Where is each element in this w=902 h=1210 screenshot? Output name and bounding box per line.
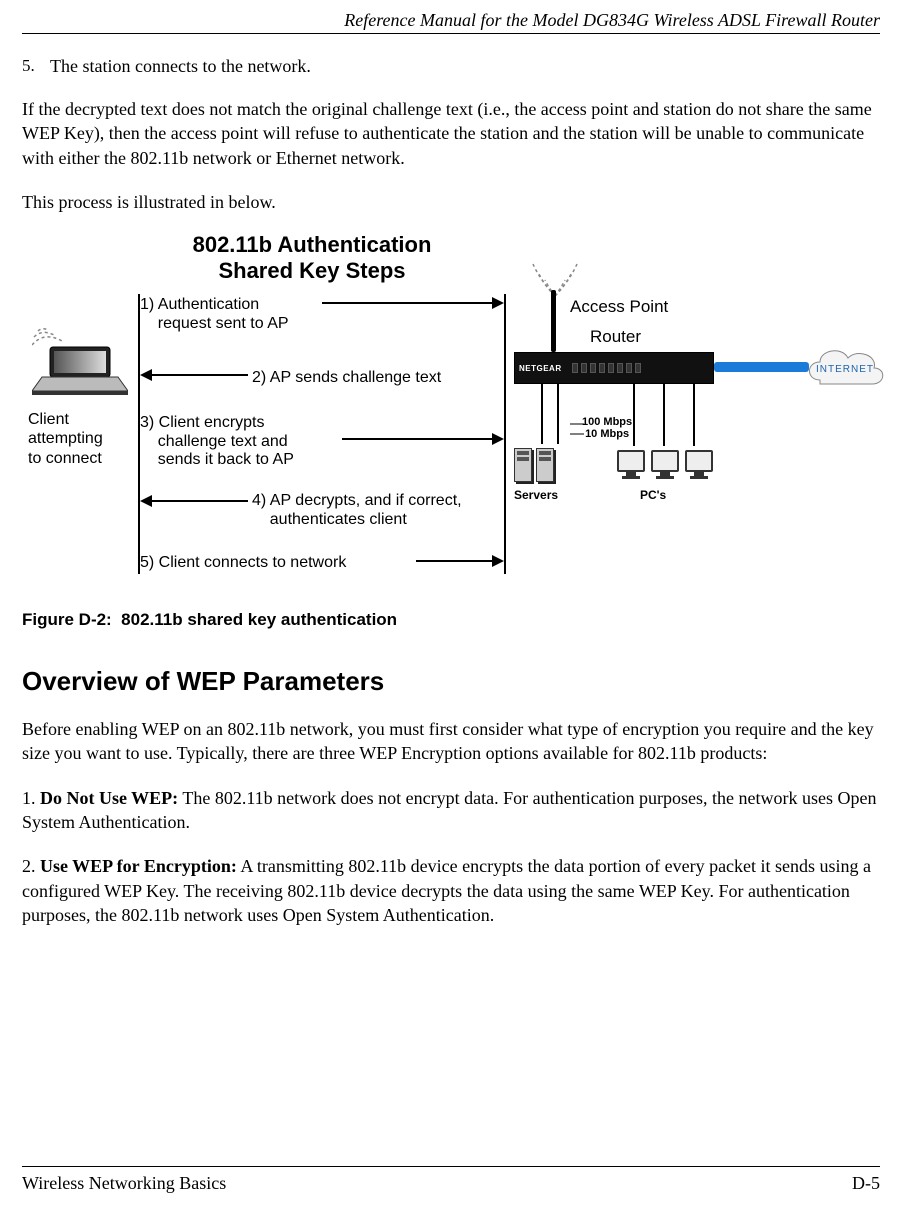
port-icon	[626, 363, 632, 373]
arrow-right-icon	[322, 302, 502, 304]
option-title: Do Not Use WEP:	[40, 788, 178, 808]
figure-d2: 802.11b Authentication Shared Key Steps …	[22, 232, 880, 602]
figure-step-2: 2) AP sends challenge text	[252, 369, 512, 387]
list-number: 5.	[22, 56, 50, 77]
pcs-label: PC's	[640, 488, 666, 502]
paragraph: 1. Do Not Use WEP: The 802.11b network d…	[22, 786, 880, 835]
figure-title-line: Shared Key Steps	[162, 258, 462, 284]
port-icon	[590, 363, 596, 373]
server-icon	[514, 448, 532, 482]
port-icon	[581, 363, 587, 373]
option-title: Use WEP for Encryption:	[40, 856, 237, 876]
paragraph: If the decrypted text does not match the…	[22, 97, 880, 170]
arrow-right-icon	[342, 438, 502, 440]
port-icon	[617, 363, 623, 373]
servers-label: Servers	[514, 488, 558, 502]
figure-title-line: 802.11b Authentication	[162, 232, 462, 258]
antenna-icon	[551, 290, 556, 352]
server-icon	[536, 448, 554, 482]
header-title: Reference Manual for the Model DG834G Wi…	[344, 10, 880, 30]
step-line: sends it back to AP	[140, 451, 360, 469]
arrow-left-icon	[142, 500, 248, 502]
internet-label: INTERNET	[816, 364, 874, 375]
port-icon	[635, 363, 641, 373]
arrow-right-icon	[416, 560, 502, 562]
page-footer: Wireless Networking Basics D-5	[22, 1166, 880, 1194]
ordered-list-item: 5. The station connects to the network.	[22, 56, 880, 77]
port-icon	[608, 363, 614, 373]
port-icon	[599, 363, 605, 373]
figure-step-5: 5) Client connects to network	[140, 554, 420, 572]
label-line: to connect	[28, 449, 138, 468]
option-prefix: 2.	[22, 856, 40, 876]
figure-step-3: 3) Client encrypts challenge text and se…	[140, 414, 360, 469]
internet-cloud-icon: INTERNET	[802, 340, 888, 401]
pc-icon	[617, 450, 645, 479]
step-line: 4) AP decrypts, and if correct,	[252, 492, 512, 510]
router-icon: NETGEAR	[514, 352, 714, 384]
step-line: 1) Authentication	[140, 296, 340, 314]
pcs-icon	[617, 450, 713, 479]
ethernet-cable-icon	[714, 362, 809, 372]
figure-step-1: 1) Authentication request sent to AP	[140, 296, 340, 333]
paragraph: 2. Use WEP for Encryption: A transmittin…	[22, 854, 880, 927]
laptop-icon	[32, 327, 128, 402]
access-point-label: Access Point	[570, 297, 668, 317]
label-line: Client	[28, 410, 138, 429]
speed-line: 100 Mbps	[582, 417, 632, 429]
step-line: request sent to AP	[140, 315, 340, 333]
figure-title: 802.11b Authentication Shared Key Steps	[162, 232, 462, 284]
page-header: Reference Manual for the Model DG834G Wi…	[22, 0, 880, 34]
paragraph: Before enabling WEP on an 802.11b networ…	[22, 717, 880, 766]
paragraph: This process is illustrated in below.	[22, 190, 880, 214]
client-label: Client attempting to connect	[28, 410, 138, 468]
timeline-line-ap	[504, 294, 506, 574]
step-line: authenticates client	[252, 511, 512, 529]
speed-label: 100 Mbps 10 Mbps	[582, 417, 632, 440]
step-line: 3) Client encrypts	[140, 414, 360, 432]
arrow-left-icon	[142, 374, 248, 376]
router-ports	[572, 363, 641, 373]
port-icon	[572, 363, 578, 373]
step-line: challenge text and	[140, 433, 360, 451]
figure-step-4: 4) AP decrypts, and if correct, authenti…	[252, 492, 512, 529]
servers-icon	[514, 448, 554, 482]
router-label: Router	[590, 327, 641, 347]
pc-icon	[651, 450, 679, 479]
list-text: The station connects to the network.	[50, 56, 880, 77]
label-line: attempting	[28, 429, 138, 448]
figure-caption: Figure D-2: 802.11b shared key authentic…	[22, 610, 880, 630]
pc-icon	[685, 450, 713, 479]
footer-left: Wireless Networking Basics	[22, 1173, 226, 1194]
speed-line: 10 Mbps	[582, 429, 632, 441]
footer-right: D-5	[852, 1173, 880, 1194]
option-prefix: 1.	[22, 788, 40, 808]
section-heading: Overview of WEP Parameters	[22, 666, 880, 697]
router-brand-label: NETGEAR	[519, 364, 562, 373]
